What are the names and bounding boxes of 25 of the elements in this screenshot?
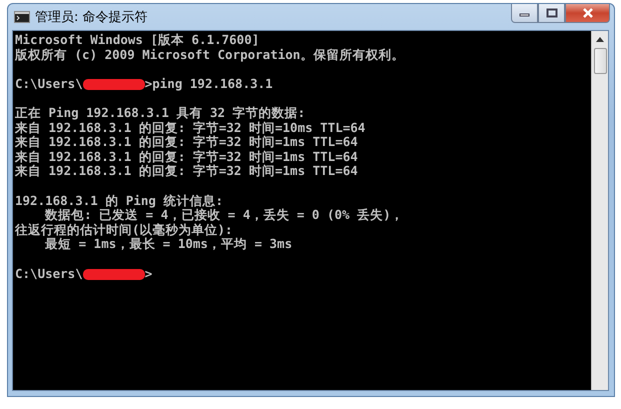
window-title: 管理员: 命令提示符: [35, 9, 148, 26]
scrollbar-thumb[interactable]: [594, 48, 606, 74]
console-line: 数据包: 已发送 = 4，已接收 = 4，丢失 = 0 (0% 丢失)，: [44, 208, 405, 223]
maximize-button[interactable]: [538, 4, 565, 23]
console-line: 往返行程的估计时间(以毫秒为单位):: [15, 222, 234, 238]
scroll-up-arrow-icon[interactable]: [596, 37, 604, 42]
close-icon: [582, 8, 594, 18]
console-line: 来自 192.168.3.1 的回复: 字节=32 时间=1ms TTL=64: [15, 164, 359, 179]
close-button[interactable]: [565, 4, 610, 23]
console-line: 来自 192.168.3.1 的回复: 字节=32 时间=10ms TTL=64: [15, 120, 366, 135]
console-line: 最短 = 1ms，最长 = 10ms，平均 = 3ms: [44, 237, 294, 252]
maximize-icon: [546, 8, 558, 18]
scrollbar[interactable]: [591, 31, 608, 390]
console-icon: [14, 11, 30, 23]
prompt-path: C:\Users\: [15, 76, 83, 92]
console-line: 来自 192.168.3.1 的回复: 字节=32 时间=1ms TTL=64: [15, 150, 359, 164]
console-line: 版权所有 (c) 2009 Microsoft Corporation。保留所有权利。: [15, 48, 406, 62]
minimize-button[interactable]: [511, 4, 538, 23]
console-line: Microsoft Windows [版本 6.1.7600]: [15, 33, 260, 48]
prompt-path: C:\Users\: [15, 266, 83, 282]
console-command: >: [144, 266, 152, 282]
console-line: 来自 192.168.3.1 的回复: 字节=32 时间=1ms TTL=64: [15, 135, 359, 150]
console-command: >ping 192.168.3.1: [144, 76, 273, 92]
console-line: 192.168.3.1 的 Ping 统计信息:: [15, 194, 224, 208]
console-line: 正在 Ping 192.168.3.1 具有 32 字节的数据:: [15, 106, 306, 121]
